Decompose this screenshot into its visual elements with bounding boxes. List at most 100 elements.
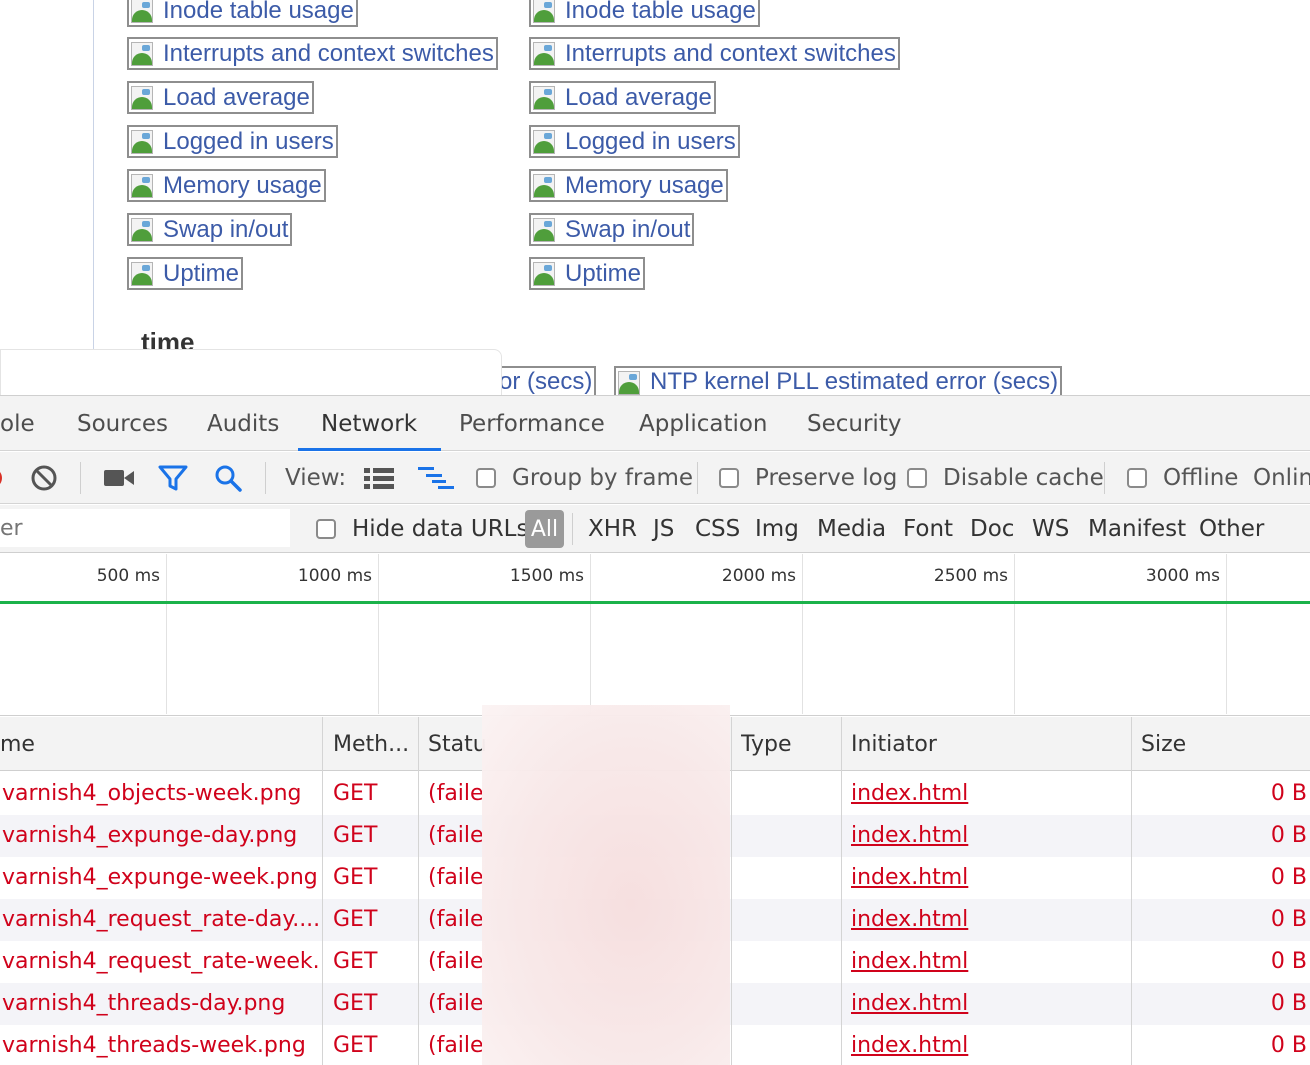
- preserve-log-checkbox[interactable]: Preserve log: [719, 452, 897, 504]
- cell-method: GET: [333, 865, 378, 890]
- group-by-frame-checkbox[interactable]: Group by frame: [476, 452, 693, 504]
- cell-method: GET: [333, 949, 378, 974]
- tab-sources[interactable]: Sources: [77, 396, 168, 451]
- checkbox[interactable]: [719, 468, 739, 488]
- broken-image-icon: [129, 171, 163, 200]
- graph-link-ntp-error-partial[interactable]: or (secs): [499, 366, 597, 395]
- link-text: or (secs): [499, 368, 593, 395]
- cell-initiator[interactable]: index.html: [851, 983, 1131, 1025]
- column-header-initiator[interactable]: Initiator: [851, 717, 1131, 771]
- filter-toggle-button[interactable]: [158, 452, 188, 504]
- link-text: Logged in users: [163, 127, 334, 155]
- timeline-overview[interactable]: 500 ms 1000 ms 1500 ms 2000 ms 2500 ms 3…: [0, 554, 1310, 716]
- column-divider: [731, 717, 732, 1065]
- clear-icon: [31, 465, 57, 491]
- devtools-tabbar: ole Sources Audits Network Performance A…: [0, 396, 1310, 451]
- large-rows-button[interactable]: [364, 452, 394, 504]
- checkbox[interactable]: [907, 468, 927, 488]
- checkbox[interactable]: [1127, 468, 1147, 488]
- graph-link-ntp-error[interactable]: NTP kernel PLL estimated error (secs): [614, 366, 1063, 395]
- video-camera-icon: [104, 470, 134, 486]
- cell-name: varnish4_expunge-week.png: [2, 865, 318, 890]
- filter-type-ws[interactable]: WS: [1032, 505, 1069, 553]
- cell-size: 0 B: [1270, 823, 1307, 848]
- filter-type-xhr[interactable]: XHR: [588, 505, 637, 553]
- graph-link-uptime[interactable]: Uptime: [127, 257, 244, 290]
- broken-image-icon: [531, 127, 565, 156]
- checkbox[interactable]: [316, 519, 336, 539]
- offline-checkbox[interactable]: Offline: [1127, 452, 1238, 504]
- filter-type-manifest[interactable]: Manifest: [1088, 505, 1186, 553]
- timeline-tick-label: 500 ms: [96, 566, 160, 586]
- cell-name: varnish4_threads-day.png: [2, 991, 286, 1016]
- cell-initiator[interactable]: index.html: [851, 773, 1131, 815]
- graph-link-inode[interactable]: Inode table usage: [127, 0, 358, 27]
- screenshot-button[interactable]: [104, 452, 134, 504]
- cell-initiator[interactable]: index.html: [851, 857, 1131, 899]
- search-icon: [215, 465, 242, 492]
- cell-initiator[interactable]: index.html: [851, 941, 1131, 983]
- graph-link-swap[interactable]: Swap in/out: [127, 213, 293, 246]
- tab-performance[interactable]: Performance: [459, 396, 605, 451]
- filter-type-js[interactable]: JS: [653, 505, 674, 553]
- checkbox-label: Preserve log: [755, 465, 898, 491]
- broken-image-icon: [129, 83, 163, 112]
- graph-link-memory[interactable]: Memory usage: [127, 169, 326, 202]
- link-text: Interrupts and context switches: [163, 39, 494, 67]
- clear-button[interactable]: [30, 452, 58, 504]
- filter-type-img[interactable]: Img: [755, 505, 799, 553]
- checkbox-label: Hide data URLs: [352, 516, 529, 542]
- tab-application[interactable]: Application: [639, 396, 768, 451]
- disable-cache-checkbox[interactable]: Disable cache: [907, 452, 1104, 504]
- tab-network[interactable]: Network: [297, 396, 442, 451]
- tab-security[interactable]: Security: [807, 396, 901, 451]
- column-header-status[interactable]: Statu: [428, 717, 488, 771]
- cell-name: varnish4_expunge-day.png: [2, 823, 298, 848]
- graph-link-users[interactable]: Logged in users: [529, 125, 740, 158]
- column-header-name[interactable]: me: [0, 717, 320, 771]
- hide-data-urls-checkbox[interactable]: Hide data URLs: [316, 505, 528, 553]
- filter-type-doc[interactable]: Doc: [970, 505, 1014, 553]
- column-divider: [418, 717, 419, 1065]
- cell-method: GET: [333, 781, 378, 806]
- link-text: Uptime: [565, 259, 642, 287]
- filter-type-media[interactable]: Media: [817, 505, 886, 553]
- graph-link-memory[interactable]: Memory usage: [529, 169, 728, 202]
- graph-link-interrupts[interactable]: Interrupts and context switches: [529, 37, 900, 70]
- graph-link-swap[interactable]: Swap in/out: [529, 213, 695, 246]
- graph-link-load[interactable]: Load average: [529, 81, 716, 114]
- column-header-type[interactable]: Type: [741, 717, 841, 771]
- graph-link-users[interactable]: Logged in users: [127, 125, 338, 158]
- graph-link-inode[interactable]: Inode table usage: [529, 0, 760, 27]
- tab-console[interactable]: ole: [0, 396, 35, 451]
- page-divider: [93, 0, 94, 350]
- graph-link-interrupts[interactable]: Interrupts and context switches: [127, 37, 498, 70]
- graph-link-load[interactable]: Load average: [127, 81, 314, 114]
- broken-image-icon: [531, 171, 565, 200]
- filter-type-other[interactable]: Other: [1199, 505, 1264, 553]
- broken-image-icon: [531, 39, 565, 68]
- cell-initiator[interactable]: index.html: [851, 815, 1131, 857]
- cell-initiator[interactable]: index.html: [851, 1025, 1131, 1065]
- throttling-select[interactable]: Onlin: [1253, 452, 1310, 504]
- cell-initiator[interactable]: index.html: [851, 899, 1131, 941]
- checkbox-label: Offline: [1163, 465, 1239, 491]
- toolbar-separator: [80, 462, 81, 494]
- devtools-panel: ole Sources Audits Network Performance A…: [0, 395, 1310, 1065]
- waterfall-view-button[interactable]: [418, 452, 454, 504]
- column-header-method[interactable]: Meth...: [333, 717, 417, 771]
- filter-input[interactable]: [0, 509, 290, 547]
- column-header-size[interactable]: Size: [1141, 717, 1301, 771]
- timeline-gridline: [378, 554, 379, 714]
- network-toolbar: View: Group by frame Preserve log Disabl…: [0, 452, 1310, 504]
- tab-audits[interactable]: Audits: [207, 396, 279, 451]
- record-button[interactable]: [0, 452, 6, 504]
- checkbox[interactable]: [476, 468, 496, 488]
- graph-link-uptime[interactable]: Uptime: [529, 257, 646, 290]
- filter-type-css[interactable]: CSS: [695, 505, 740, 553]
- search-button[interactable]: [214, 452, 242, 504]
- filter-type-font[interactable]: Font: [903, 505, 953, 553]
- toolbar-separator: [697, 462, 698, 494]
- filter-type-all[interactable]: All: [525, 510, 564, 548]
- overlay-panel: [0, 349, 502, 395]
